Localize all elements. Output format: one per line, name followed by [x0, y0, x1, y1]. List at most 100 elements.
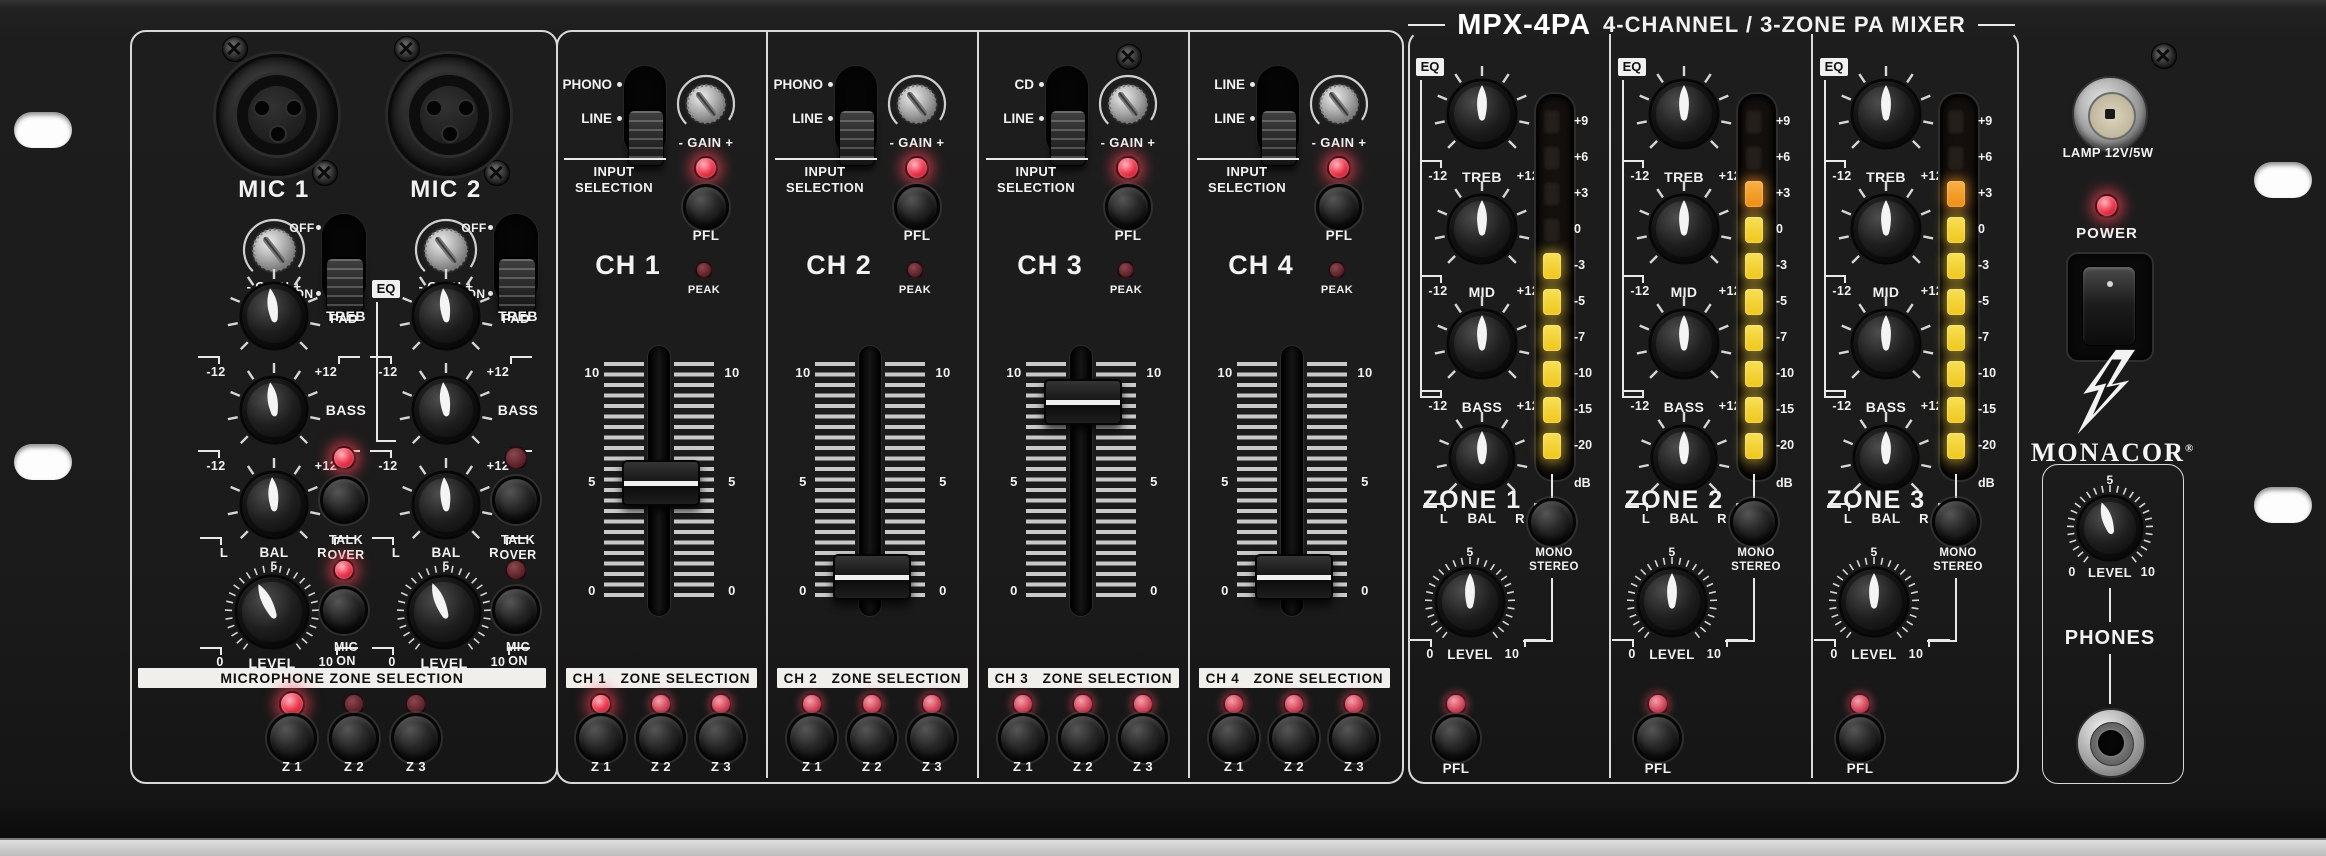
pfl-button[interactable]: [1316, 184, 1362, 230]
zone-z1-button[interactable]: [576, 713, 626, 763]
channel-1-fader-handle[interactable]: [622, 460, 700, 506]
indicator-dot: [488, 225, 493, 230]
zone-z3-button[interactable]: [1118, 713, 1168, 763]
mic-2-level-knob[interactable]: [390, 558, 498, 666]
meter-scale-label: -7: [1776, 331, 1810, 345]
mic-1-level-knob[interactable]: [218, 558, 326, 666]
zone-1-level-knob[interactable]: [1418, 550, 1522, 654]
zone-z1-button[interactable]: [1209, 713, 1259, 763]
meter-scale-label: +3: [1978, 187, 2012, 201]
zone-z3-button[interactable]: [1329, 713, 1379, 763]
talkover-label: TALK: [329, 534, 363, 547]
zone-pfl-button[interactable]: [1634, 714, 1682, 762]
channel-3-fader-handle[interactable]: [1044, 379, 1122, 425]
meter-scale-label: -7: [1574, 331, 1608, 345]
zone-2-level-knob[interactable]: [1620, 550, 1724, 654]
banner-text: CH 4: [1206, 671, 1240, 686]
zone-z3-led: [921, 693, 943, 715]
pfl-button[interactable]: [683, 184, 729, 230]
channel-strip-4: LINELINEINPUTSELECTION- GAIN +PFLCH 4PEA…: [1189, 0, 1400, 856]
pad-switch-handle[interactable]: [498, 258, 536, 312]
rack-mount-hole: [2254, 487, 2312, 523]
pad-switch-handle[interactable]: [326, 258, 364, 312]
fader-scale-label: 10: [1357, 366, 1372, 379]
channel-4-fader-handle[interactable]: [1255, 554, 1333, 600]
mono-stereo-button[interactable]: [1730, 498, 1778, 546]
rack-mount-hole: [14, 444, 72, 480]
brand-logo: MONACOR®: [2028, 348, 2196, 468]
zone-pfl-button[interactable]: [1432, 714, 1480, 762]
zone-button-label: Z 1: [282, 760, 302, 773]
channel-3-gain-knob[interactable]: [1090, 66, 1166, 142]
zone-3-level-knob[interactable]: [1822, 550, 1926, 654]
zone-z2-button[interactable]: [847, 713, 897, 763]
channel-zone-banner: CH 4ZONE SELECTION: [1199, 668, 1390, 688]
zone-divider: [1811, 34, 1813, 778]
talkover-button[interactable]: [492, 476, 540, 524]
zone-2-treb-knob[interactable]: [1632, 62, 1736, 166]
mic-1-bass-knob[interactable]: [223, 359, 325, 461]
mic-zone-z2-button[interactable]: [329, 713, 379, 763]
channel-strip-2: PHONOLINEINPUTSELECTION- GAIN +PFLCH 2PE…: [767, 0, 978, 856]
lamp-socket-pin: [2105, 109, 2115, 119]
bracket-mark: [370, 356, 392, 364]
zone-z2-button[interactable]: [636, 713, 686, 763]
mono-stereo-button[interactable]: [1528, 498, 1576, 546]
phones-title: PHONES: [2065, 628, 2155, 648]
zone-z3-button[interactable]: [907, 713, 957, 763]
channel-2-gain-knob[interactable]: [879, 66, 955, 142]
peak-label: PEAK: [1321, 285, 1353, 296]
mic-1-bal-knob[interactable]: [223, 454, 325, 556]
mic-on-button[interactable]: [492, 586, 540, 634]
channel-2-fader-handle[interactable]: [833, 554, 911, 600]
fader-scale-label: 10: [724, 366, 739, 379]
zone-2-mid-knob[interactable]: [1632, 177, 1736, 281]
zone-1-bass-knob[interactable]: [1430, 292, 1534, 396]
mono-stereo-button[interactable]: [1932, 498, 1980, 546]
meter-segment: [1947, 253, 1965, 279]
zone-3-mid-knob[interactable]: [1834, 177, 1938, 281]
level-max-label: 10: [491, 656, 506, 669]
zone-2-bass-knob[interactable]: [1632, 292, 1736, 396]
zone-z1-button[interactable]: [787, 713, 837, 763]
channel-zone-banner: CH 2ZONE SELECTION: [777, 668, 968, 688]
indicator-dot: [1039, 116, 1044, 121]
mic-2-treb-knob[interactable]: [395, 265, 497, 367]
pfl-button[interactable]: [1105, 184, 1151, 230]
fader-scale-label: 5: [1010, 475, 1018, 488]
zone-3-treb-knob[interactable]: [1834, 62, 1938, 166]
phones-level-knob[interactable]: [2060, 478, 2160, 578]
zone-1-mid-knob[interactable]: [1430, 177, 1534, 281]
bracket-mark: [370, 450, 392, 458]
knob-name: BASS: [326, 403, 367, 417]
power-rocker[interactable]: [2082, 266, 2136, 346]
meter-segment: [1947, 217, 1965, 243]
zone-3-bass-knob[interactable]: [1834, 292, 1938, 396]
zone-z2-button[interactable]: [1269, 713, 1319, 763]
power-label: POWER: [2076, 226, 2138, 241]
zone-z3-button[interactable]: [696, 713, 746, 763]
zone-z1-button[interactable]: [998, 713, 1048, 763]
power-switch[interactable]: [2066, 252, 2154, 362]
mic-name: MIC 2: [410, 178, 482, 202]
mic-zone-z3-button[interactable]: [391, 713, 441, 763]
pfl-button[interactable]: [894, 184, 940, 230]
meter-scale-label: -3: [1574, 259, 1608, 273]
mic-2-bass-knob[interactable]: [395, 359, 497, 461]
meter-scale-label: -3: [1776, 259, 1810, 273]
zone-pfl-button[interactable]: [1836, 714, 1884, 762]
input-option-top-label: PHONO: [771, 78, 823, 92]
channel-4-gain-knob[interactable]: [1301, 66, 1377, 142]
channel-1-gain-knob[interactable]: [668, 66, 744, 142]
mic-1-treb-knob[interactable]: [223, 265, 325, 367]
connector-line: [1551, 578, 1553, 640]
phones-connector-line: [2109, 654, 2111, 704]
zone-z2-button[interactable]: [1058, 713, 1108, 763]
mic-on-button[interactable]: [320, 586, 368, 634]
talkover-button[interactable]: [320, 476, 368, 524]
mic-2-bal-knob[interactable]: [395, 454, 497, 556]
mic-zone-z1-button[interactable]: [267, 713, 317, 763]
meter-scale-label: -5: [1978, 295, 2012, 309]
meter-scale-label: +6: [1776, 151, 1810, 165]
zone-1-treb-knob[interactable]: [1430, 62, 1534, 166]
